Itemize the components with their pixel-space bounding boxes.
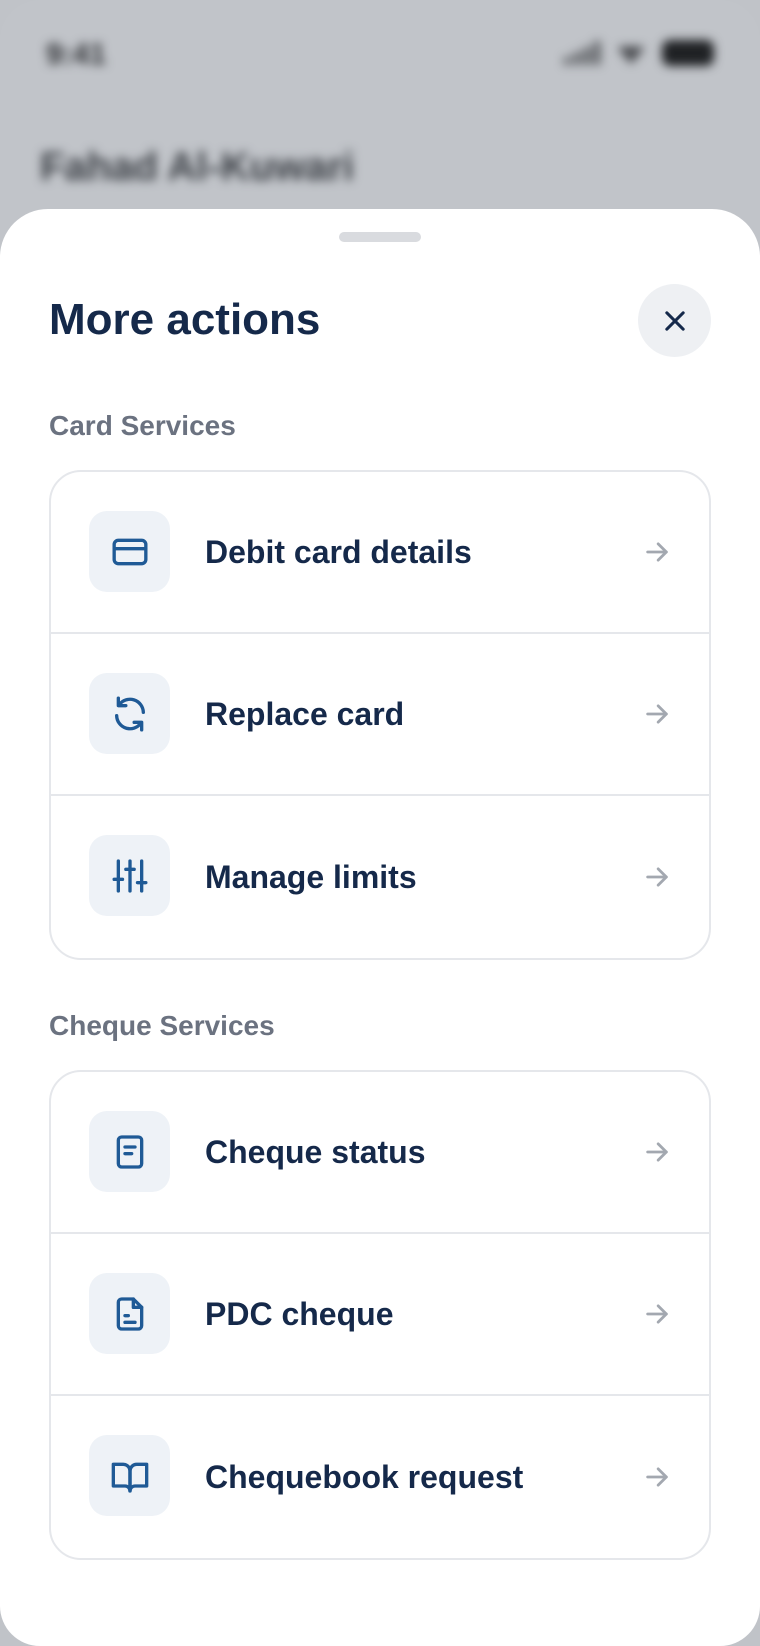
card-services-group: Debit card details Replace card Manage l… bbox=[49, 470, 711, 960]
document-icon bbox=[116, 1134, 143, 1169]
arrow-right-icon bbox=[643, 1138, 671, 1166]
close-button[interactable] bbox=[638, 284, 711, 357]
account-name: Fahad Al-Kuwari bbox=[40, 145, 355, 189]
row-icon-tile bbox=[89, 1273, 170, 1354]
file-text-icon bbox=[116, 1296, 143, 1331]
action-label: Manage limits bbox=[205, 858, 417, 895]
row-icon-tile bbox=[89, 1435, 170, 1516]
row-icon-tile bbox=[89, 835, 170, 916]
sheet-drag-handle[interactable] bbox=[339, 232, 421, 242]
row-icon-tile bbox=[89, 1111, 170, 1192]
book-open-icon bbox=[111, 1462, 148, 1493]
arrow-right-icon bbox=[643, 863, 671, 891]
screen: 9:41 Fahad Al-Kuwari More actions Card S… bbox=[0, 0, 760, 1646]
refresh-icon bbox=[114, 696, 145, 731]
action-replace-card[interactable]: Replace card bbox=[51, 634, 709, 796]
credit-card-icon bbox=[112, 538, 147, 565]
action-label: Cheque status bbox=[205, 1133, 426, 1170]
status-time: 9:41 bbox=[46, 38, 107, 71]
action-cheque-status[interactable]: Cheque status bbox=[51, 1072, 709, 1234]
action-label: Chequebook request bbox=[205, 1458, 524, 1495]
signal-icon bbox=[564, 41, 600, 65]
sliders-icon bbox=[112, 858, 147, 893]
action-label: Replace card bbox=[205, 695, 405, 732]
sheet-title: More actions bbox=[49, 295, 321, 344]
more-actions-sheet: More actions Card Services Debit card de… bbox=[0, 209, 760, 1646]
action-pdc-cheque[interactable]: PDC cheque bbox=[51, 1234, 709, 1396]
arrow-right-icon bbox=[643, 700, 671, 728]
arrow-right-icon bbox=[643, 1300, 671, 1328]
cheque-services-group: Cheque status PDC cheque Chequebook requ… bbox=[49, 1070, 711, 1560]
wifi-icon bbox=[616, 46, 646, 64]
row-icon-tile bbox=[89, 511, 170, 592]
action-label: Debit card details bbox=[205, 533, 472, 570]
arrow-right-icon bbox=[643, 1463, 671, 1491]
action-label: PDC cheque bbox=[205, 1295, 394, 1332]
status-icons bbox=[564, 40, 714, 66]
action-chequebook-request[interactable]: Chequebook request bbox=[51, 1396, 709, 1558]
battery-icon bbox=[662, 40, 714, 66]
row-icon-tile bbox=[89, 673, 170, 754]
close-icon bbox=[664, 310, 685, 331]
action-manage-limits[interactable]: Manage limits bbox=[51, 796, 709, 958]
section-label-card-services: Card Services bbox=[49, 410, 236, 441]
section-label-cheque-services: Cheque Services bbox=[49, 1010, 275, 1041]
arrow-right-icon bbox=[643, 538, 671, 566]
action-debit-card-details[interactable]: Debit card details bbox=[51, 472, 709, 634]
